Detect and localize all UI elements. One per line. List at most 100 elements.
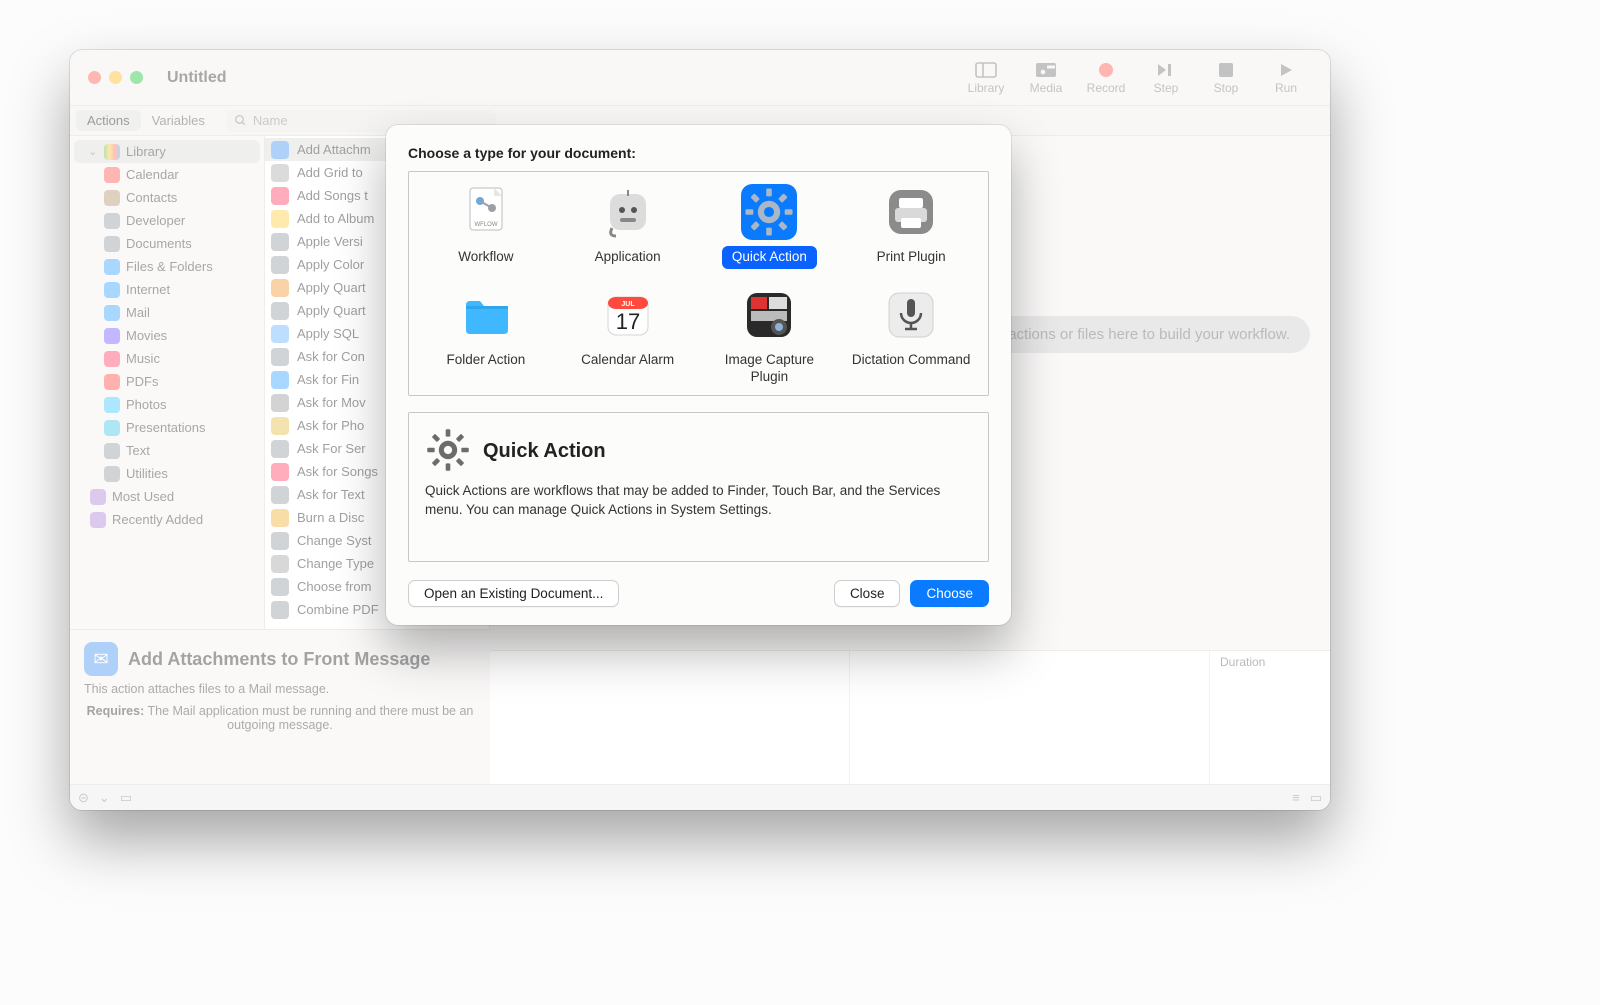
toolbar-step-button[interactable]: Step [1138, 61, 1194, 95]
library-item-documents[interactable]: Documents [70, 232, 264, 255]
action-icon [271, 532, 289, 550]
doc-type-application[interactable]: Application [557, 184, 699, 269]
sheet-heading: Choose a type for your document: [408, 145, 989, 161]
smart-folder-most-used[interactable]: Most Used [70, 485, 264, 508]
doc-type-icon [458, 287, 514, 343]
svg-text:JUL: JUL [621, 301, 635, 308]
category-icon [104, 236, 120, 252]
library-item-calendar[interactable]: Calendar [70, 163, 264, 186]
action-icon [271, 256, 289, 274]
gear-icon [425, 427, 471, 473]
toolbar-library-button[interactable]: Library [958, 61, 1014, 95]
doc-type-icon: JUL17 [600, 287, 656, 343]
action-icon [271, 233, 289, 251]
library-root[interactable]: ⌄Library [74, 140, 260, 163]
action-description-body: This action attaches files to a Mail mes… [84, 682, 476, 696]
view-list-icon[interactable]: ≡ [1292, 790, 1300, 805]
action-icon [271, 486, 289, 504]
close-button[interactable]: Close [834, 580, 901, 607]
doc-type-dictation-command[interactable]: Dictation Command [840, 287, 982, 389]
doc-type-print-plugin[interactable]: Print Plugin [840, 184, 982, 269]
record-icon [1095, 61, 1117, 79]
action-icon [271, 210, 289, 228]
category-icon [104, 259, 120, 275]
action-icon [271, 325, 289, 343]
tab-actions[interactable]: Actions [76, 110, 141, 131]
svg-text:WFLOW: WFLOW [474, 222, 497, 228]
new-document-sheet: Choose a type for your document: WFLOW Wo… [386, 125, 1011, 625]
doc-type-label: Application [585, 246, 671, 269]
toolbar-stop-button[interactable]: Stop [1198, 61, 1254, 95]
chevron-down-icon[interactable]: ⌄ [99, 790, 110, 806]
library-item-files-folders[interactable]: Files & Folders [70, 255, 264, 278]
search-icon [234, 114, 247, 127]
svg-text:17: 17 [615, 309, 639, 334]
close-window-icon[interactable] [88, 71, 101, 84]
doc-type-workflow[interactable]: WFLOW Workflow [415, 184, 557, 269]
action-icon [271, 578, 289, 596]
stop-icon [1215, 61, 1237, 79]
doc-type-icon: WFLOW [458, 184, 514, 240]
smart-folder-icon [90, 512, 106, 528]
document-type-grid: WFLOW Workflow Application Quick Action Prin… [408, 171, 989, 396]
doc-type-calendar-alarm[interactable]: JUL17 Calendar Alarm [557, 287, 699, 389]
action-icon [271, 348, 289, 366]
tab-variables[interactable]: Variables [141, 110, 216, 131]
smart-folder-icon [90, 489, 106, 505]
info-title: Quick Action [483, 440, 606, 463]
toolbar-run-button[interactable]: Run [1258, 61, 1314, 95]
doc-type-image-capture-plugin[interactable]: Image Capture Plugin [699, 287, 841, 389]
library-item-photos[interactable]: Photos [70, 393, 264, 416]
library-item-presentations[interactable]: Presentations [70, 416, 264, 439]
doc-type-label: Folder Action [436, 349, 535, 372]
minimize-window-icon[interactable] [109, 71, 122, 84]
library-item-contacts[interactable]: Contacts [70, 186, 264, 209]
titlebar: Untitled LibraryMediaRecordStepStopRun [70, 50, 1330, 106]
category-icon [104, 443, 120, 459]
doc-type-label: Workflow [448, 246, 523, 269]
view-grid-icon[interactable]: ▭ [1310, 790, 1322, 806]
library-item-movies[interactable]: Movies [70, 324, 264, 347]
footer-strip: ⊝ ⌄ ▭ ≡ ▭ [70, 784, 1330, 810]
toolbar-media-button[interactable]: Media [1018, 61, 1074, 95]
action-icon [271, 394, 289, 412]
library-item-music[interactable]: Music [70, 347, 264, 370]
library-tabs: Actions Variables [76, 110, 216, 131]
info-body: Quick Actions are workflows that may be … [425, 481, 972, 520]
action-icon [271, 141, 289, 159]
footer-options-icon[interactable]: ⊝ [78, 790, 89, 806]
doc-type-quick-action[interactable]: Quick Action [699, 184, 841, 269]
library-item-text[interactable]: Text [70, 439, 264, 462]
step-icon [1155, 61, 1177, 79]
doc-type-icon [600, 184, 656, 240]
zoom-window-icon[interactable] [130, 71, 143, 84]
requires-label: Requires: [87, 704, 145, 718]
doc-type-folder-action[interactable]: Folder Action [415, 287, 557, 389]
chevron-down-icon: ⌄ [88, 145, 98, 158]
category-icon [104, 374, 120, 390]
library-item-developer[interactable]: Developer [70, 209, 264, 232]
toolbar-record-button[interactable]: Record [1078, 61, 1134, 95]
category-icon [104, 213, 120, 229]
action-icon [271, 302, 289, 320]
action-icon [271, 187, 289, 205]
automator-window: Untitled LibraryMediaRecordStepStopRun A… [70, 50, 1330, 810]
action-icon [271, 371, 289, 389]
smart-folder-recently-added[interactable]: Recently Added [70, 508, 264, 531]
choose-button[interactable]: Choose [910, 580, 989, 607]
category-icon [104, 305, 120, 321]
library-item-mail[interactable]: Mail [70, 301, 264, 324]
library-item-pdfs[interactable]: PDFs [70, 370, 264, 393]
doc-type-icon [883, 184, 939, 240]
footer-panel-icon[interactable]: ▭ [120, 790, 132, 806]
library-item-utilities[interactable]: Utilities [70, 462, 264, 485]
doc-type-label: Calendar Alarm [571, 349, 684, 372]
doc-type-icon [741, 184, 797, 240]
action-icon [271, 279, 289, 297]
open-existing-button[interactable]: Open an Existing Document... [408, 580, 619, 607]
library-item-internet[interactable]: Internet [70, 278, 264, 301]
doc-type-label: Print Plugin [867, 246, 956, 269]
window-controls [88, 71, 143, 84]
library-icon [104, 144, 120, 160]
mail-icon: ✉︎ [84, 642, 118, 676]
